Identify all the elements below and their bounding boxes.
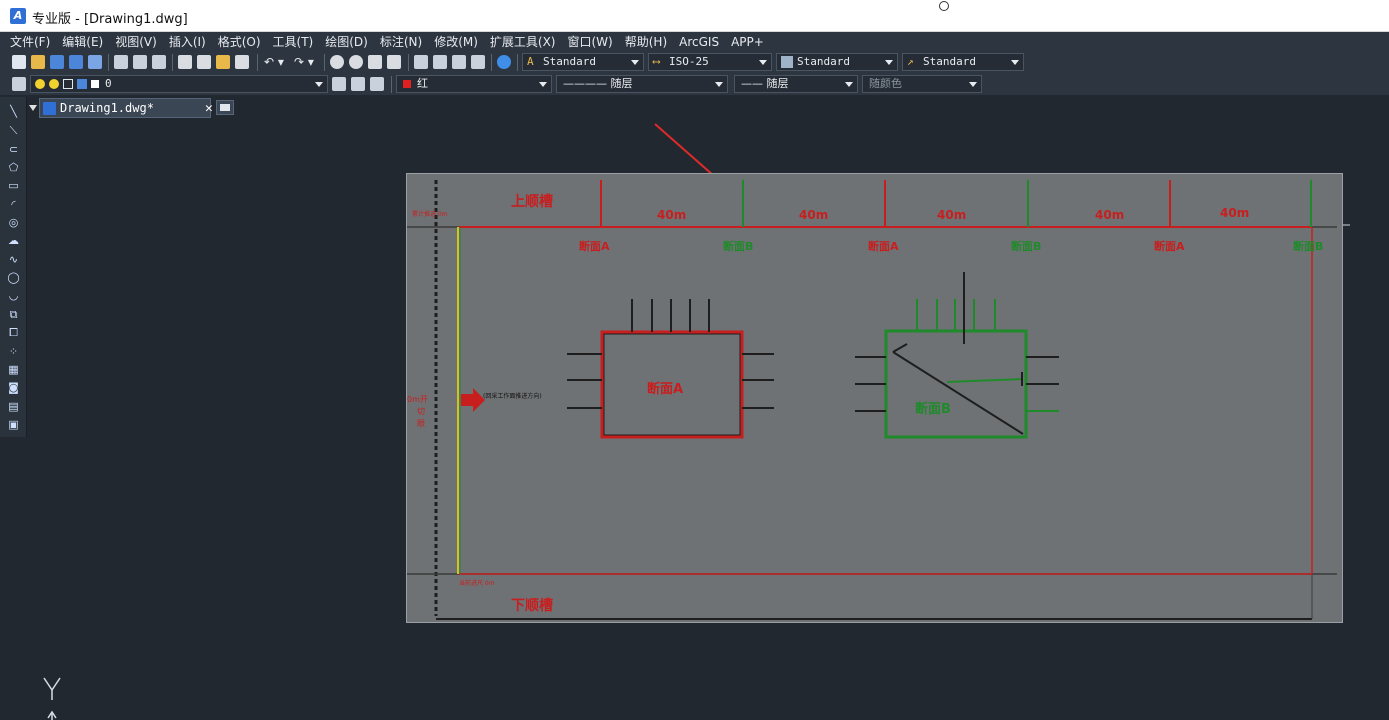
current-advance-label: 当前进尺 0m (459, 579, 495, 587)
section-a-diagram (567, 299, 774, 439)
spacing-label: 40m (937, 208, 966, 222)
section-label: 断面B (723, 239, 753, 253)
cut-eye-label: 0m开 (407, 395, 428, 404)
cut-eye-label-2: 切 (417, 407, 425, 416)
lower-roadway-label: 下顺槽 (511, 597, 553, 614)
spacing-label: 40m (799, 208, 828, 222)
section-label: 断面A (868, 239, 899, 253)
section-a-label: 断面A (647, 381, 683, 397)
spacing-label: 40m (1095, 208, 1124, 222)
section-label: 断面A (1154, 239, 1185, 253)
section-b-diagram (855, 272, 1059, 439)
advance-direction-arrow (461, 388, 485, 412)
cut-eye-label-3: 眼 (417, 419, 425, 428)
upper-roadway-label: 上顺槽 (511, 193, 553, 210)
spacing-label: 40m (1220, 206, 1249, 220)
advance-direction-label: (回采工作面推进方向) (483, 392, 542, 400)
cumulative-advance-label: 累计推进 0m (412, 210, 448, 218)
spacing-label: 40m (657, 208, 686, 222)
section-b-label: 断面B (915, 401, 951, 417)
drawing-canvas[interactable]: 上顺槽 累计推进 0m 下顺槽 当前进尺 0m 40m 40m 40m 40m … (407, 174, 1344, 624)
section-label: 断面B (1293, 239, 1323, 253)
drawing-viewport[interactable]: 上顺槽 累计推进 0m 下顺槽 当前进尺 0m 40m 40m 40m 40m … (406, 173, 1343, 623)
section-label: 断面A (579, 239, 610, 253)
ucs-icon (43, 677, 61, 720)
section-label: 断面B (1011, 239, 1041, 253)
